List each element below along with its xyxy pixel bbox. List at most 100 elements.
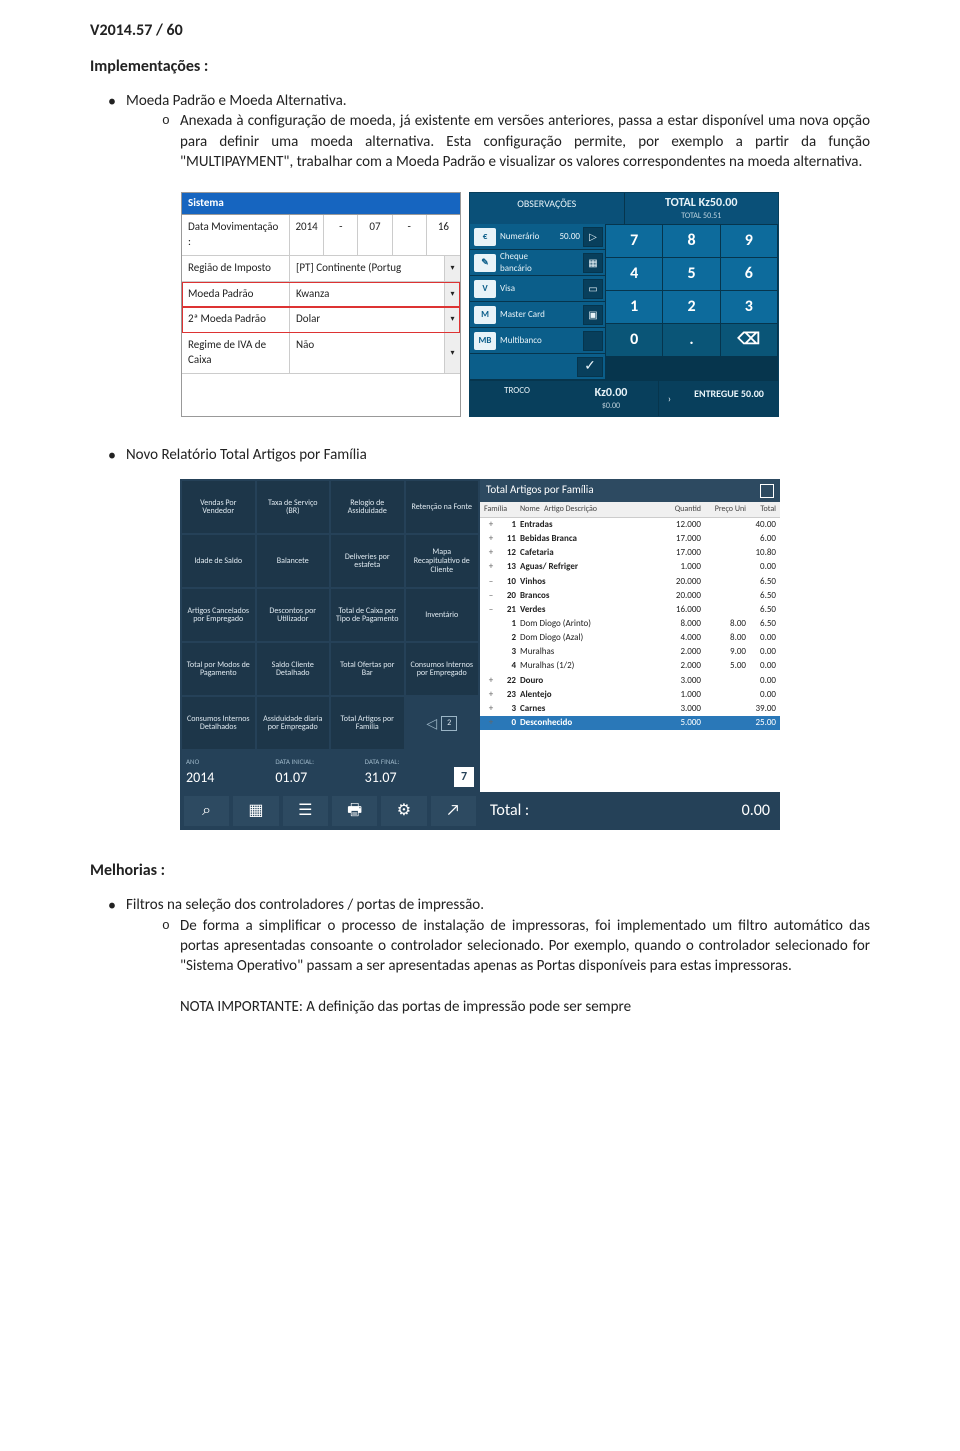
table-row[interactable]: +12Cafetaria17.00010.80 (480, 546, 780, 560)
date-segment[interactable]: 16 (427, 215, 460, 255)
expand-icon[interactable]: – (484, 590, 498, 602)
payment-method-action-icon[interactable]: ▣ (583, 305, 603, 325)
expand-icon[interactable] (760, 484, 774, 498)
keypad-key[interactable]: 0 (606, 324, 662, 356)
report-tile[interactable]: Deliveries por estafeta (331, 535, 404, 587)
report-tile[interactable]: Descontos por Utilizador (257, 589, 330, 641)
table-row[interactable]: 4Muralhas (1/2)2.0005.000.00 (480, 659, 780, 673)
payment-method-action-icon[interactable] (583, 331, 603, 351)
field-value[interactable]: Não (290, 333, 444, 373)
report-tile[interactable]: Retenção na Fonte (406, 481, 479, 533)
table-row[interactable]: +23Alentejo1.0000.00 (480, 688, 780, 702)
report-tile[interactable]: Vendas Por Vendedor (182, 481, 255, 533)
date-segment[interactable]: - (393, 215, 427, 255)
expand-icon[interactable]: + (484, 675, 498, 687)
field-value[interactable]: Kwanza (290, 282, 444, 307)
grid-icon[interactable]: ▦ (233, 796, 278, 826)
keypad-key[interactable]: 3 (721, 291, 777, 323)
report-tile[interactable]: Relogio de Assiduidade (331, 481, 404, 533)
report-tile[interactable]: Assiduidade diaria por Empregado (257, 697, 330, 749)
expand-icon[interactable]: + (484, 547, 498, 559)
field-value[interactable]: [PT] Continente (Portug (290, 256, 444, 281)
gear-icon[interactable]: ⚙ (381, 796, 426, 826)
expand-icon[interactable]: + (484, 703, 498, 715)
table-row[interactable]: 1Dom Diogo (Arinto)8.0008.006.50 (480, 617, 780, 631)
report-tile[interactable]: Consumos Internos Detalhados (182, 697, 255, 749)
table-row[interactable]: +22Douro3.0000.00 (480, 674, 780, 688)
payment-method-row[interactable]: MMaster Card▣ (470, 302, 605, 328)
expand-icon[interactable] (484, 618, 498, 630)
payment-method-row[interactable]: MBMultibanco (470, 328, 605, 354)
di-value[interactable]: 01.07 (275, 769, 358, 788)
date-segment[interactable]: - (324, 215, 358, 255)
chevron-down-icon[interactable]: ▾ (444, 256, 460, 281)
table-row[interactable]: –10Vinhos20.0006.50 (480, 575, 780, 589)
export-icon[interactable]: ↗ (431, 796, 476, 826)
report-tile[interactable]: Consumos Internos por Empregado (406, 643, 479, 695)
report-tile[interactable]: Saldo Cliente Detalhado (257, 643, 330, 695)
table-row[interactable]: –20Brancos20.0006.50 (480, 589, 780, 603)
payment-method-row[interactable]: VVisa▭ (470, 276, 605, 302)
table-row[interactable]: +0Desconhecido5.00025.00 (480, 716, 780, 730)
page-prev-icon[interactable]: ◁ (426, 716, 437, 731)
report-tile[interactable]: Total Artigos por Familia (331, 697, 404, 749)
report-tile[interactable]: Mapa Recapitulativo de Cliente (406, 535, 479, 587)
table-row[interactable]: –21Verdes16.0006.50 (480, 603, 780, 617)
list-icon[interactable]: ☰ (283, 796, 328, 826)
table-row[interactable]: 3Muralhas2.0009.000.00 (480, 645, 780, 659)
calendar-icon[interactable]: 7 (454, 767, 474, 787)
print-icon[interactable]: 🖶 (332, 796, 377, 826)
payment-method-row[interactable]: €Numerário50.00▷ (470, 224, 605, 250)
keypad-key[interactable]: 7 (606, 225, 662, 257)
confirm-icon[interactable]: ✓ (577, 357, 603, 377)
keypad-key[interactable]: 1 (606, 291, 662, 323)
payment-method-row[interactable]: ✎Cheque bancário▦ (470, 250, 605, 276)
chevron-right-icon[interactable]: › (658, 381, 680, 416)
payment-method-icon: V (474, 280, 496, 298)
report-tile[interactable]: Balancete (257, 535, 330, 587)
table-row[interactable]: 2Dom Diogo (Azal)4.0008.000.00 (480, 631, 780, 645)
field-value[interactable]: Dolar (290, 307, 444, 332)
report-tile[interactable]: Total de Caixa por Tipo de Pagamento (331, 589, 404, 641)
date-segment[interactable]: 2014 (290, 215, 324, 255)
expand-icon[interactable]: – (484, 576, 498, 588)
table-row[interactable]: +1Entradas12.00040.00 (480, 518, 780, 532)
chevron-down-icon[interactable]: ▾ (444, 333, 460, 373)
expand-icon[interactable]: + (484, 519, 498, 531)
payment-method-action-icon[interactable]: ▦ (583, 253, 603, 273)
expand-icon[interactable]: + (484, 689, 498, 701)
keypad-key[interactable]: 8 (663, 225, 719, 257)
expand-icon[interactable]: + (484, 717, 498, 729)
keypad-key[interactable]: . (663, 324, 719, 356)
chevron-down-icon[interactable]: ▾ (444, 307, 460, 332)
table-row[interactable]: +13Aguas/ Refriger1.0000.00 (480, 560, 780, 574)
report-tile[interactable]: Taxa de Serviço (BR) (257, 481, 330, 533)
backspace-key[interactable]: ⌫ (721, 324, 777, 356)
page-number: 2 (441, 716, 457, 731)
chevron-down-icon[interactable]: ▾ (444, 282, 460, 307)
keypad-key[interactable]: 9 (721, 225, 777, 257)
keypad-key[interactable]: 6 (721, 258, 777, 290)
search-icon[interactable]: ⌕ (184, 796, 229, 826)
ano-value[interactable]: 2014 (186, 769, 269, 788)
report-tile[interactable]: Idade de Saldo (182, 535, 255, 587)
report-tile[interactable]: Total Ofertas por Bar (331, 643, 404, 695)
payment-method-action-icon[interactable]: ▷ (583, 227, 603, 247)
expand-icon[interactable] (484, 646, 498, 658)
expand-icon[interactable] (484, 632, 498, 644)
report-tile[interactable]: Artigos Cancelados por Empregado (182, 589, 255, 641)
report-tile[interactable]: Inventário (406, 589, 479, 641)
expand-icon[interactable]: + (484, 533, 498, 545)
report-tile[interactable]: Total por Modos de Pagamento (182, 643, 255, 695)
table-row[interactable]: +11Bebidas Branca17.0006.00 (480, 532, 780, 546)
date-segment[interactable]: 07 (358, 215, 392, 255)
payment-method-action-icon[interactable]: ▭ (583, 279, 603, 299)
expand-icon[interactable]: – (484, 604, 498, 616)
keypad-key[interactable]: 4 (606, 258, 662, 290)
keypad-key[interactable]: 5 (663, 258, 719, 290)
keypad-key[interactable]: 2 (663, 291, 719, 323)
expand-icon[interactable] (484, 660, 498, 672)
expand-icon[interactable]: + (484, 561, 498, 573)
table-row[interactable]: +3Carnes3.00039.00 (480, 702, 780, 716)
df-value[interactable]: 31.07 (365, 769, 448, 788)
